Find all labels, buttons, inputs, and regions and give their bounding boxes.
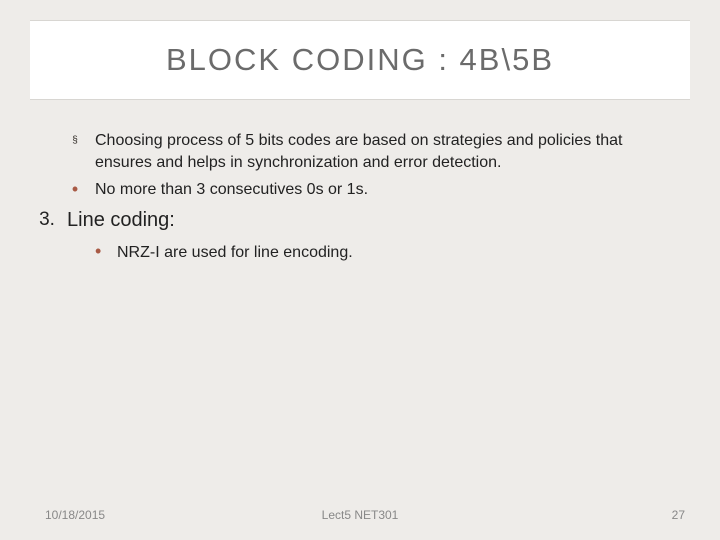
sub-bullet-item: • NRZ-I are used for line encoding. [95, 242, 665, 264]
slide-title: BLOCK CODING : 4B\5B [166, 42, 554, 78]
title-box: BLOCK CODING : 4B\5B [30, 20, 690, 100]
bullet-marker-section-icon: § [55, 130, 95, 173]
slide-body: § Choosing process of 5 bits codes are b… [55, 130, 665, 263]
bullet-marker-dot-icon: • [55, 179, 95, 201]
numbered-item: 3. Line coding: [27, 207, 665, 234]
bullet-item: § Choosing process of 5 bits codes are b… [55, 130, 665, 173]
number-marker: 3. [27, 207, 67, 234]
footer-page-number: 27 [672, 508, 685, 522]
bullet-text: No more than 3 consecutives 0s or 1s. [95, 179, 665, 201]
bullet-marker-dot-icon: • [95, 242, 117, 264]
numbered-text: Line coding: [67, 207, 665, 234]
bullet-text: Choosing process of 5 bits codes are bas… [95, 130, 665, 173]
slide: BLOCK CODING : 4B\5B § Choosing process … [0, 0, 720, 540]
sub-bullet-text: NRZ-I are used for line encoding. [117, 242, 665, 264]
slide-footer: 10/18/2015 Lect5 NET301 27 [0, 502, 720, 522]
footer-center: Lect5 NET301 [0, 508, 720, 522]
bullet-item: • No more than 3 consecutives 0s or 1s. [55, 179, 665, 201]
